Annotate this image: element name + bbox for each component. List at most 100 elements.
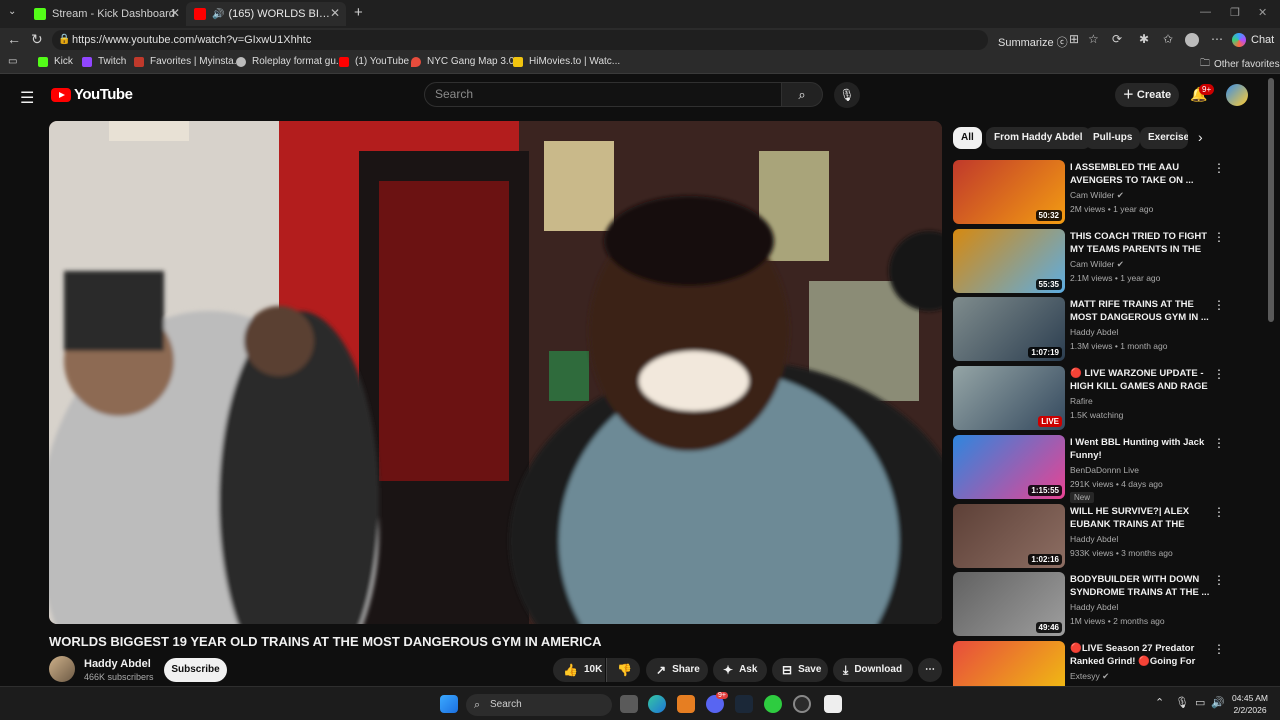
recommendation-channel[interactable]: Extesyy ✔	[1070, 671, 1109, 682]
video-player[interactable]	[49, 121, 942, 624]
minimize-icon[interactable]: —	[1200, 6, 1211, 18]
tab-youtube-video[interactable]: 🔊 (165) WORLDS BIGGEST 19 YEAR ✕	[186, 2, 346, 26]
more-options-icon[interactable]: ⋮	[1213, 642, 1225, 656]
share-button[interactable]: ↗ Share	[646, 658, 708, 682]
recommendation-title[interactable]: WILL HE SURVIVE?| ALEX EUBANK TRAINS AT …	[1070, 505, 1210, 532]
bookmark-youtube[interactable]: (1) YouTube	[339, 56, 409, 67]
tab-kick-dashboard[interactable]: Stream - Kick Dashboard ✕	[26, 2, 186, 26]
display-icon[interactable]: ▭	[1195, 696, 1205, 709]
recommendation-title[interactable]: I ASSEMBLED THE AAU AVENGERS TO TAKE ON …	[1070, 161, 1210, 187]
obs-icon[interactable]	[793, 695, 811, 713]
back-icon[interactable]: ←	[7, 31, 21, 47]
recommendation-channel[interactable]: BenDaDonnn Live	[1070, 465, 1139, 475]
recommendation-title[interactable]: BODYBUILDER WITH DOWN SYNDROME TRAINS AT…	[1070, 573, 1210, 599]
extensions-icon[interactable]: ✱	[1139, 32, 1149, 46]
taskbar-search[interactable]: ⌕ Search	[466, 694, 612, 716]
search-button[interactable]: ⌕	[781, 82, 823, 107]
chip-exercise[interactable]: Exercise	[1140, 127, 1188, 149]
restore-icon[interactable]: ❐	[1230, 6, 1240, 19]
more-options-icon[interactable]: ⋮	[1213, 230, 1225, 244]
download-button[interactable]: ⤓ Download	[833, 658, 913, 682]
create-button[interactable]: ＋ Create	[1115, 83, 1179, 107]
recommendation-item[interactable]: 49:46 BODYBUILDER WITH DOWN SYNDROME TRAI…	[953, 572, 1263, 636]
windows-start-icon[interactable]	[440, 695, 458, 713]
subscribe-button[interactable]: Subscribe	[164, 658, 227, 682]
bookmark-twitch[interactable]: Twitch	[82, 56, 126, 67]
url-field[interactable]: 🔒 https://www.youtube.com/watch?v=GIxwU1…	[52, 30, 988, 50]
summarize-button[interactable]: Summarize ⓒ	[998, 34, 1068, 50]
channel-avatar[interactable]	[49, 656, 75, 682]
hamburger-menu-icon[interactable]: ☰	[20, 88, 34, 108]
save-button[interactable]: ⊟ Save	[772, 658, 828, 682]
bookmarks-toggle-icon[interactable]: ▭	[8, 56, 17, 67]
recommendation-channel[interactable]: Cam Wilder ✔	[1070, 190, 1124, 201]
profile-icon[interactable]	[1185, 33, 1199, 47]
bookmark-kick[interactable]: Kick	[38, 56, 73, 67]
recommendation-channel[interactable]: Haddy Abdel	[1070, 534, 1118, 544]
more-actions-button[interactable]: ⋯	[918, 658, 942, 682]
chip-pull-ups[interactable]: Pull-ups	[1085, 127, 1141, 149]
video-thumbnail[interactable]: 1:07:19	[953, 297, 1065, 361]
bookmark-roleplay[interactable]: Roleplay format gu...	[236, 56, 344, 67]
recommendation-title[interactable]: 🔴 LIVE WARZONE UPDATE - HIGH KILL GAMES …	[1070, 367, 1210, 394]
search-input[interactable]: Search	[424, 82, 782, 107]
steam-icon[interactable]	[735, 695, 753, 713]
edge-icon[interactable]	[648, 695, 666, 713]
bookmark-nyc-gang-map[interactable]: NYC Gang Map 3.0...	[411, 56, 523, 67]
recommendation-item[interactable]: 1:02:16 WILL HE SURVIVE?| ALEX EUBANK TRA…	[953, 504, 1263, 568]
chip-all[interactable]: All	[953, 127, 982, 149]
video-thumbnail[interactable]: 1:15:55	[953, 435, 1065, 499]
recommendation-item[interactable]: 55:35 THIS COACH TRIED TO FIGHT MY TEAMS …	[953, 229, 1263, 293]
tab-list-chevron-icon[interactable]: ⌄	[8, 6, 16, 17]
video-thumbnail[interactable]: 1:02:16	[953, 504, 1065, 568]
orange-app-icon[interactable]	[677, 695, 695, 713]
video-thumbnail[interactable]: LIVE	[953, 366, 1065, 430]
system-clock[interactable]: 04:45 AM 2/2/2026	[1228, 692, 1272, 716]
account-avatar[interactable]	[1226, 84, 1248, 106]
more-options-icon[interactable]: ⋮	[1213, 298, 1225, 312]
favorite-star-icon[interactable]: ☆	[1088, 32, 1099, 46]
more-options-icon[interactable]: ⋮	[1213, 367, 1225, 381]
recommendation-title[interactable]: 🔴LIVE Season 27 Predator Ranked Grind! 🔴…	[1070, 642, 1210, 669]
refresh-extension-icon[interactable]: ⟳	[1112, 32, 1122, 46]
video-thumbnail[interactable]: LIVE	[953, 641, 1065, 686]
like-button[interactable]: 👍 10K	[553, 658, 605, 682]
reload-icon[interactable]: ↻	[31, 31, 43, 48]
more-options-icon[interactable]: ⋮	[1213, 161, 1225, 175]
recommendation-item[interactable]: LIVE🔴LIVE Season 27 Predator Ranked Grin…	[953, 641, 1263, 686]
app-available-icon[interactable]: ⊞	[1069, 32, 1079, 46]
task-view-icon[interactable]	[620, 695, 638, 713]
close-tab-icon[interactable]: ✕	[170, 6, 180, 20]
video-thumbnail[interactable]: 50:32	[953, 160, 1065, 224]
favorites-icon[interactable]: ✩	[1163, 32, 1173, 46]
recommendation-title[interactable]: I Went BBL Hunting with Jack Funny!	[1070, 436, 1210, 462]
youtube-logo[interactable]: YouTube	[51, 86, 133, 103]
recommendation-item[interactable]: 50:32 I ASSEMBLED THE AAU AVENGERS TO TAK…	[953, 160, 1263, 224]
green-app-icon[interactable]	[764, 695, 782, 713]
other-favorites[interactable]: 🗀 Other favorites	[1200, 56, 1280, 73]
recommendation-channel[interactable]: Haddy Abdel	[1070, 602, 1118, 612]
video-thumbnail[interactable]: 49:46	[953, 572, 1065, 636]
chip-from-haddy-abdel[interactable]: From Haddy Abdel	[986, 127, 1091, 149]
recommendation-item[interactable]: 1:15:55 I Went BBL Hunting with Jack Funn…	[953, 435, 1263, 503]
close-tab-icon[interactable]: ✕	[330, 6, 340, 20]
bookmark-myinsta[interactable]: Favorites | Myinsta...	[134, 56, 242, 67]
speaker-icon[interactable]: 🔊	[212, 9, 224, 20]
recommendation-channel[interactable]: Cam Wilder ✔	[1070, 259, 1124, 270]
recommendation-title[interactable]: MATT RIFE TRAINS AT THE MOST DANGEROUS G…	[1070, 298, 1210, 324]
notepad-icon[interactable]	[824, 695, 842, 713]
recommendation-channel[interactable]: Rafire	[1070, 396, 1093, 406]
copilot-chat-button[interactable]: Chat	[1232, 31, 1274, 49]
page-scrollbar[interactable]	[1268, 78, 1274, 322]
more-menu-icon[interactable]: ⋯	[1211, 32, 1223, 46]
new-tab-button[interactable]: +	[354, 4, 363, 21]
recommendation-item[interactable]: LIVE 🔴 LIVE WARZONE UPDATE - HIGH KILL GA…	[953, 366, 1263, 430]
recommendation-channel[interactable]: Haddy Abdel	[1070, 327, 1118, 337]
bookmark-himovies[interactable]: HiMovies.to | Watc...	[513, 56, 620, 67]
video-thumbnail[interactable]: 55:35	[953, 229, 1065, 293]
ask-button[interactable]: ✦ Ask	[713, 658, 767, 682]
chips-next-chevron-icon[interactable]: ›	[1198, 129, 1203, 145]
channel-name[interactable]: Haddy Abdel	[84, 658, 151, 670]
close-window-icon[interactable]: ✕	[1258, 6, 1267, 19]
tray-chevron-icon[interactable]: ⌃	[1155, 696, 1164, 709]
